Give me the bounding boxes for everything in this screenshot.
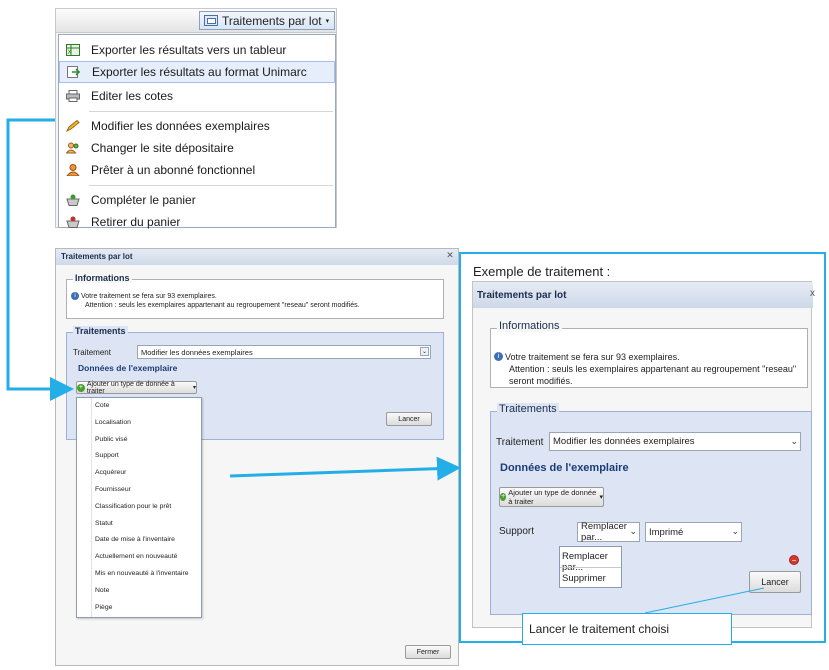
arrow-dialog-to-example [229, 456, 461, 481]
arrow-menu-to-dialog [6, 118, 74, 401]
connector-arrows [6, 118, 765, 614]
callout-pointer [644, 587, 765, 614]
